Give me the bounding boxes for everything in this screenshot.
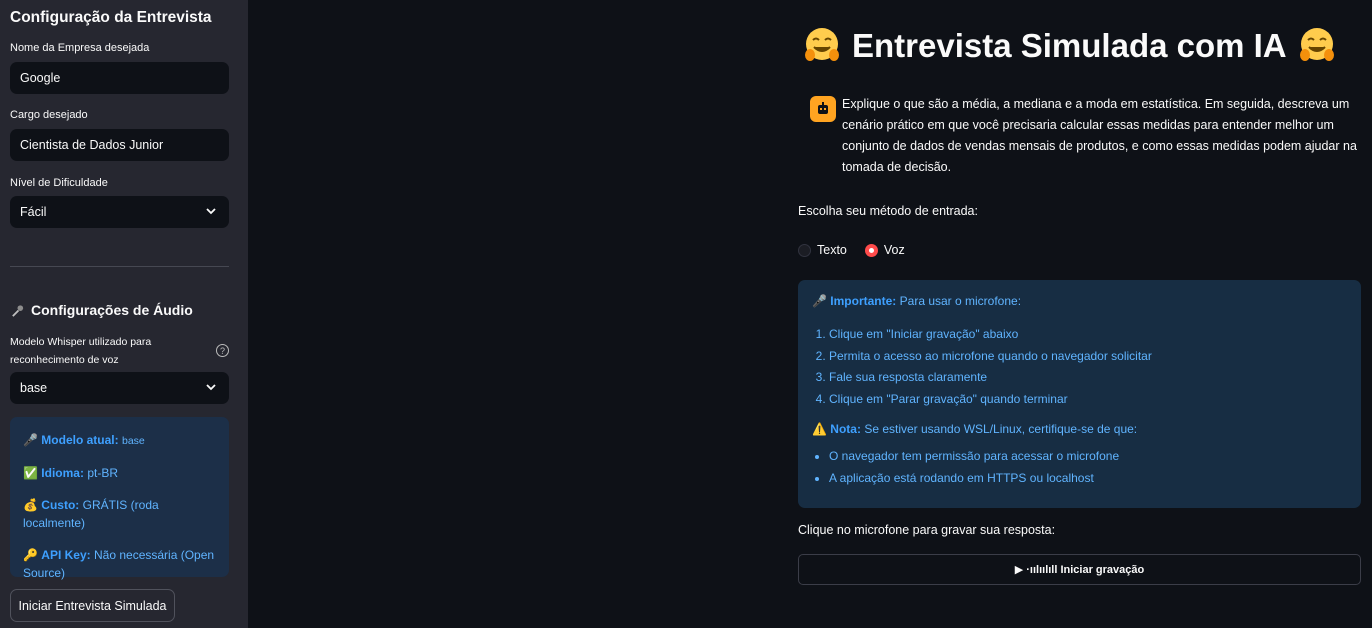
notice-important-line: 🎤 Importante: Para usar o microfone: [812, 294, 1347, 308]
company-input-value: Google [20, 71, 61, 85]
entry-method-label: Escolha seu método de entrada: [798, 204, 978, 218]
info-language-label: Idioma: [41, 466, 84, 480]
info-model: 🎤 Modelo atual: base [23, 431, 216, 450]
difficulty-select[interactable]: Fácil [10, 196, 229, 228]
key-icon: 🔑 [23, 548, 38, 562]
info-language: ✅ Idioma: pt-BR [23, 464, 216, 482]
difficulty-label: Nível de Dificuldade [10, 177, 108, 189]
chevron-down-icon [206, 208, 216, 215]
list-item: A aplicação está rodando em HTTPS ou loc… [829, 467, 1347, 489]
difficulty-select-value: Fácil [20, 205, 47, 219]
info-api-key: 🔑 API Key: Não necessária (Open Source) [23, 546, 216, 582]
sidebar-divider [10, 266, 229, 267]
interview-question: Explique o que são a média, a mediana e … [842, 97, 1357, 174]
company-input[interactable]: Google [10, 62, 229, 94]
start-interview-button[interactable]: Iniciar Entrevista Simulada [10, 589, 175, 622]
microphone-icon: 🎤 [23, 433, 38, 447]
list-item: Clique em "Iniciar gravação" abaixo [829, 324, 1347, 346]
start-recording-button[interactable]: ▶ ·ıılıılıll Iniciar gravação [798, 554, 1361, 585]
notice-bullets-list: O navegador tem permissão para acessar o… [829, 445, 1347, 489]
list-item: Clique em "Parar gravação" quando termin… [829, 389, 1347, 411]
microphone-notice-box: 🎤 Importante: Para usar o microfone: Cli… [798, 280, 1361, 508]
robot-avatar-icon [810, 96, 836, 122]
chevron-down-icon [206, 384, 216, 391]
notice-important-text: Para usar o microfone: [899, 294, 1022, 308]
page-title-text: Entrevista Simulada com IA [852, 27, 1287, 64]
role-label: Cargo desejado [10, 109, 88, 121]
audio-settings-title: Configurações de Áudio [10, 302, 193, 318]
info-model-value: base [121, 435, 145, 447]
whisper-model-label: Modelo Whisper utilizado para reconhecim… [10, 336, 152, 366]
microphone-icon: 🎤 [812, 294, 827, 308]
list-item: O navegador tem permissão para acessar o… [829, 445, 1347, 467]
warning-icon: ⚠️ [812, 421, 827, 436]
money-bag-icon: 💰 [23, 498, 38, 512]
role-input[interactable]: Cientista de Dados Junior [10, 129, 229, 161]
info-cost: 💰 Custo: GRÁTIS (roda localmente) [23, 496, 216, 532]
hugging-face-emoji-icon [805, 28, 839, 61]
sidebar: Configuração da Entrevista Nome da Empre… [0, 0, 248, 628]
radio-texto-label[interactable]: Texto [817, 243, 847, 257]
entry-method-radio-group: Texto Voz [798, 243, 905, 257]
list-item: Permita o acesso ao microfone quando o n… [829, 346, 1347, 368]
info-language-value: pt-BR [87, 466, 118, 480]
sidebar-title: Configuração da Entrevista [10, 9, 212, 26]
notice-important-label: Importante: [830, 294, 897, 308]
help-icon[interactable]: ? [216, 344, 229, 357]
page-title: Entrevista Simulada com IA [802, 26, 1337, 66]
notice-nota-line: ⚠️ Nota: Se estiver usando WSL/Linux, ce… [812, 422, 1347, 436]
info-api-key-label: API Key: [41, 548, 91, 562]
whisper-model-select[interactable]: base [10, 372, 229, 404]
hugging-face-emoji-icon [1299, 28, 1334, 61]
whisper-model-select-value: base [20, 381, 48, 395]
check-icon: ✅ [23, 466, 38, 480]
notice-nota-label: Nota: [830, 421, 861, 436]
audio-info-box: 🎤 Modelo atual: base ✅ Idioma: pt-BR 💰 C… [10, 417, 229, 580]
role-input-value: Cientista de Dados Junior [20, 138, 164, 152]
company-label: Nome da Empresa desejada [10, 42, 150, 54]
list-item: Fale sua resposta claramente [829, 367, 1347, 389]
radio-voz[interactable] [864, 243, 878, 257]
radio-voz-label[interactable]: Voz [884, 243, 905, 257]
mic-instruction-label: Clique no microfone para gravar sua resp… [798, 523, 1056, 537]
info-model-label: Modelo atual: [41, 433, 119, 447]
notice-steps-list: Clique em "Iniciar gravação" abaixo Perm… [829, 324, 1347, 411]
audio-settings-title-text: Configurações de Áudio [31, 302, 193, 318]
radio-texto[interactable] [798, 243, 811, 257]
notice-nota-text: Se estiver usando WSL/Linux, certifique-… [864, 421, 1138, 436]
info-cost-label: Custo: [41, 498, 80, 512]
microphone-icon [12, 304, 24, 317]
